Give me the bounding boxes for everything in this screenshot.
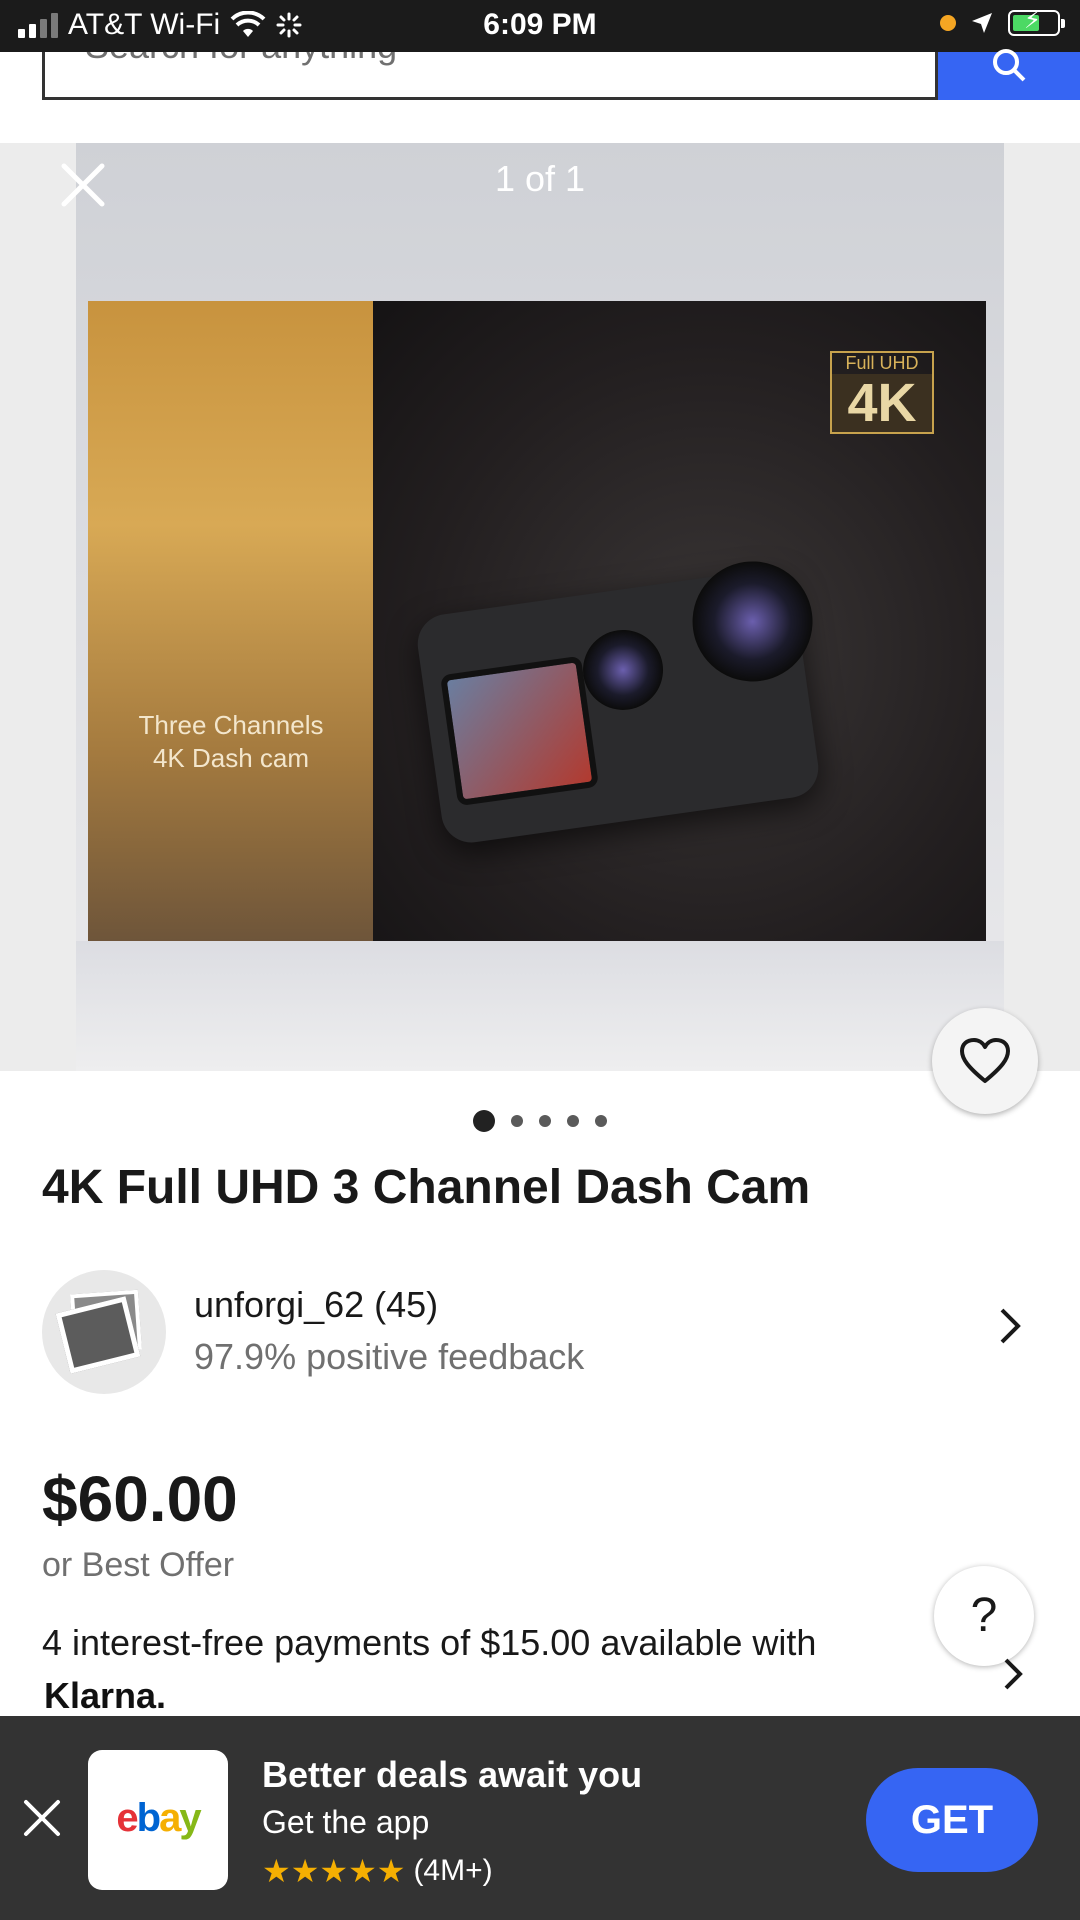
uhd-badge-top: Full UHD	[845, 353, 919, 373]
search-bar: Search for anything	[42, 49, 1080, 102]
image-viewer[interactable]: Three Channels 4K Dash cam Full UHD 4K	[0, 143, 1080, 1071]
pagination-dot[interactable]	[539, 1115, 551, 1127]
image-counter: 1 of 1	[494, 158, 586, 199]
ebay-logo: ebay	[116, 1796, 201, 1840]
status-right: ⚡	[940, 9, 1065, 36]
chevron-right-icon[interactable]	[1002, 1656, 1024, 1692]
watchlist-button[interactable]	[932, 1008, 1038, 1114]
product-box-image: Three Channels 4K Dash cam Full UHD 4K	[88, 301, 986, 986]
heart-icon	[960, 1038, 1010, 1083]
star-rating-icon: ★★★★★	[262, 1853, 406, 1889]
search-icon	[993, 49, 1026, 82]
chevron-right-icon	[1000, 1308, 1021, 1344]
pagination-dot[interactable]	[511, 1115, 523, 1127]
search-button[interactable]	[938, 49, 1080, 100]
banner-subtitle: Get the app	[262, 1804, 430, 1840]
best-offer-label: or Best Offer	[42, 1546, 235, 1584]
help-button[interactable]: ?	[934, 1566, 1034, 1666]
photo-surface	[76, 941, 1004, 1071]
battery-icon: ⚡	[1008, 9, 1065, 36]
search-placeholder: Search for anything	[85, 52, 397, 66]
pagination-dot-active[interactable]	[473, 1110, 495, 1132]
product-photo: Three Channels 4K Dash cam Full UHD 4K	[76, 143, 1004, 1071]
banner-rating: ★★★★★ (4M+)	[262, 1852, 493, 1890]
status-bar: AT&T Wi-Fi 6:09 PM ⚡	[0, 0, 1080, 52]
price: $60.00	[42, 1463, 238, 1535]
dash-cam-screen	[440, 655, 600, 807]
get-app-button[interactable]: GET	[866, 1768, 1038, 1872]
image-pagination-dots	[0, 1110, 1080, 1132]
uhd-badge-big: 4K	[832, 374, 932, 432]
close-icon[interactable]	[22, 1798, 62, 1838]
payments-text: 4 interest-free payments of $15.00 avail…	[42, 1622, 817, 1663]
app-install-banner: ebay Better deals await you Get the app …	[0, 1716, 1080, 1920]
search-input[interactable]: Search for anything	[42, 52, 938, 100]
rating-count: (4M+)	[413, 1854, 493, 1887]
uhd-badge: Full UHD 4K	[830, 351, 934, 434]
box-side-panel: Three Channels 4K Dash cam	[88, 301, 373, 941]
cabin-lens	[577, 624, 669, 716]
pagination-dot[interactable]	[567, 1115, 579, 1127]
ebay-app-icon: ebay	[88, 1750, 228, 1890]
box-side-text: Three Channels 4K Dash cam	[138, 710, 324, 773]
pagination-dot[interactable]	[595, 1115, 607, 1127]
privacy-indicator-icon	[940, 15, 956, 31]
seller-avatar	[42, 1270, 166, 1394]
seller-name: unforgi_62 (45)	[194, 1284, 439, 1325]
status-time: 6:09 PM	[483, 8, 597, 41]
klarna-logo: Klarna.	[44, 1675, 167, 1716]
banner-title: Better deals await you	[262, 1754, 643, 1795]
seller-row[interactable]: unforgi_62 (45) 97.9% positive feedback	[42, 1270, 1042, 1394]
listing-title: 4K Full UHD 3 Channel Dash Cam	[42, 1161, 811, 1214]
location-arrow-icon	[972, 13, 992, 33]
seller-feedback: 97.9% positive feedback	[194, 1336, 585, 1377]
